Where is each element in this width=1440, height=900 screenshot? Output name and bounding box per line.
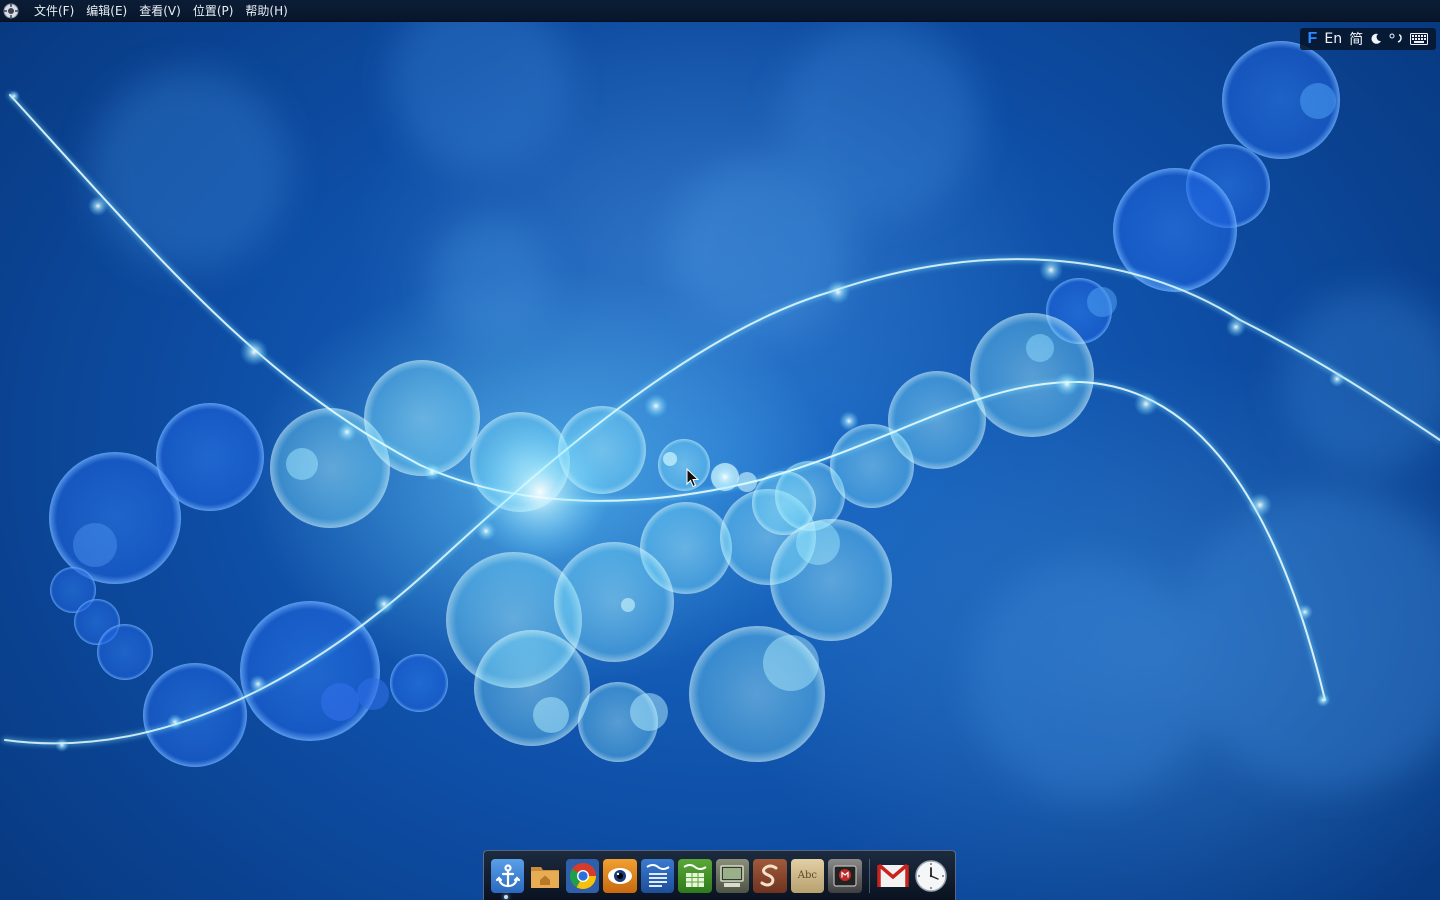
punctuation-icon[interactable] (1389, 33, 1403, 45)
script-s-icon[interactable] (753, 858, 787, 893)
input-method-tray[interactable]: F En 简 (1300, 28, 1436, 50)
screen-monitor-icon[interactable] (715, 858, 750, 893)
dictionary-icon[interactable]: Abc (790, 858, 825, 893)
menu-edit[interactable]: 编辑(E) (80, 0, 133, 22)
clock-icon[interactable] (914, 859, 948, 893)
media-player-icon[interactable] (828, 858, 862, 893)
mouse-cursor-icon (686, 468, 700, 488)
system-menu-icon[interactable] (2, 2, 20, 20)
desktop-wallpaper (0, 0, 1440, 900)
calc-spreadsheet-icon[interactable] (678, 858, 712, 893)
menu-places[interactable]: 位置(P) (187, 0, 240, 22)
script-toggle[interactable]: 简 (1349, 29, 1363, 49)
dock: Abc (483, 850, 956, 900)
home-folder-icon[interactable] (528, 859, 561, 893)
keyboard-icon[interactable] (1410, 33, 1429, 45)
chrome-browser-icon[interactable] (565, 858, 600, 893)
dock-separator (868, 858, 870, 893)
input-method-icon[interactable]: F (1308, 30, 1318, 48)
moon-icon[interactable] (1370, 33, 1382, 45)
eye-viewer-icon[interactable] (603, 858, 637, 893)
running-indicator (504, 895, 508, 899)
wallpaper-bokeh-art (2, 0, 1440, 800)
top-panel: 文件(F) 编辑(E) 查看(V) 位置(P) 帮助(H) (0, 0, 1440, 22)
menu-help[interactable]: 帮助(H) (239, 0, 293, 22)
menu-view[interactable]: 查看(V) (133, 0, 187, 22)
menu-file[interactable]: 文件(F) (28, 0, 80, 22)
gmail-icon[interactable] (877, 859, 910, 893)
writer-document-icon[interactable] (640, 858, 675, 893)
language-toggle[interactable]: En (1324, 31, 1342, 47)
dictionary-icon-label: Abc (797, 870, 817, 881)
anchor-icon[interactable] (491, 858, 525, 893)
